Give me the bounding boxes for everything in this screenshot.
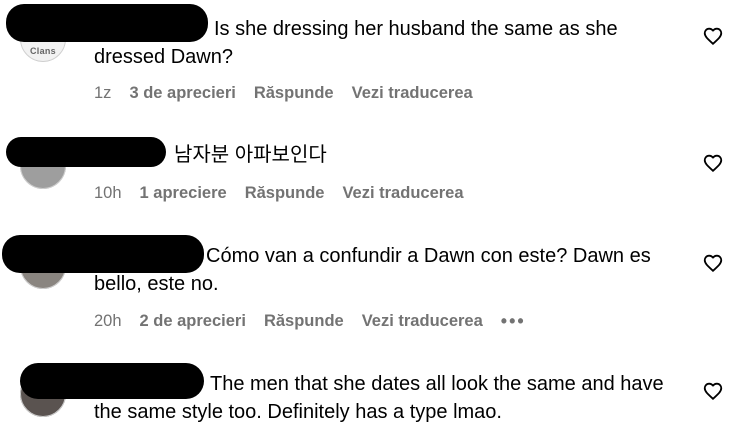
- more-horizontal-icon[interactable]: •••: [501, 311, 526, 332]
- comment-text-line: 남자분 아파보인다: [174, 144, 327, 166]
- likes-count[interactable]: 3 de aprecieri: [129, 84, 235, 103]
- comment-item: The men that she dates all look the same…: [0, 345, 735, 427]
- comment-text-line: bello, este no.: [94, 273, 219, 295]
- comment-text-line: The men that she dates all look the same…: [210, 373, 664, 395]
- comment-item: Cómo van a confundir a Dawn con este? Da…: [0, 215, 735, 345]
- comment-meta: 10h 1 apreciere Răspunde Vezi traducerea: [94, 184, 482, 203]
- avatar-logo-text: Clans: [29, 46, 56, 56]
- likes-count[interactable]: 2 de aprecieri: [140, 312, 246, 331]
- reply-button[interactable]: Răspunde: [254, 84, 334, 103]
- likes-count[interactable]: 1 apreciere: [140, 184, 227, 203]
- translate-button[interactable]: Vezi traducerea: [342, 184, 463, 203]
- comment-item: Clans Is she dressing her husband the sa…: [0, 0, 735, 115]
- heart-outline-icon[interactable]: [702, 25, 724, 47]
- comment-item: 남자분 아파보인다 10h 1 apreciere Răspunde Vezi …: [0, 115, 735, 215]
- heart-outline-icon[interactable]: [702, 380, 724, 402]
- comment-text-line: Cómo van a confundir a Dawn con este? Da…: [206, 245, 651, 267]
- comment-text-line: the same style too. Definitely has a typ…: [94, 401, 502, 423]
- redacted-username: [2, 235, 204, 273]
- translate-button[interactable]: Vezi traducerea: [352, 84, 473, 103]
- heart-outline-icon[interactable]: [702, 252, 724, 274]
- heart-outline-icon[interactable]: [702, 152, 724, 174]
- comment-time: 10h: [94, 184, 122, 202]
- translate-button[interactable]: Vezi traducerea: [362, 312, 483, 331]
- comment-meta: 1z 3 de aprecieri Răspunde Vezi traducer…: [94, 84, 491, 103]
- comment-text-line: Is she dressing her husband the same as …: [214, 18, 618, 40]
- comment-text-line: dressed Dawn?: [94, 46, 233, 68]
- comment-time: 20h: [94, 312, 122, 330]
- comment-time: 1z: [94, 84, 112, 102]
- redacted-username: [6, 137, 166, 167]
- reply-button[interactable]: Răspunde: [264, 312, 344, 331]
- redacted-username: [20, 363, 204, 399]
- redacted-username: [6, 4, 208, 42]
- reply-button[interactable]: Răspunde: [245, 184, 325, 203]
- comment-meta: 20h 2 de aprecieri Răspunde Vezi traduce…: [94, 311, 526, 332]
